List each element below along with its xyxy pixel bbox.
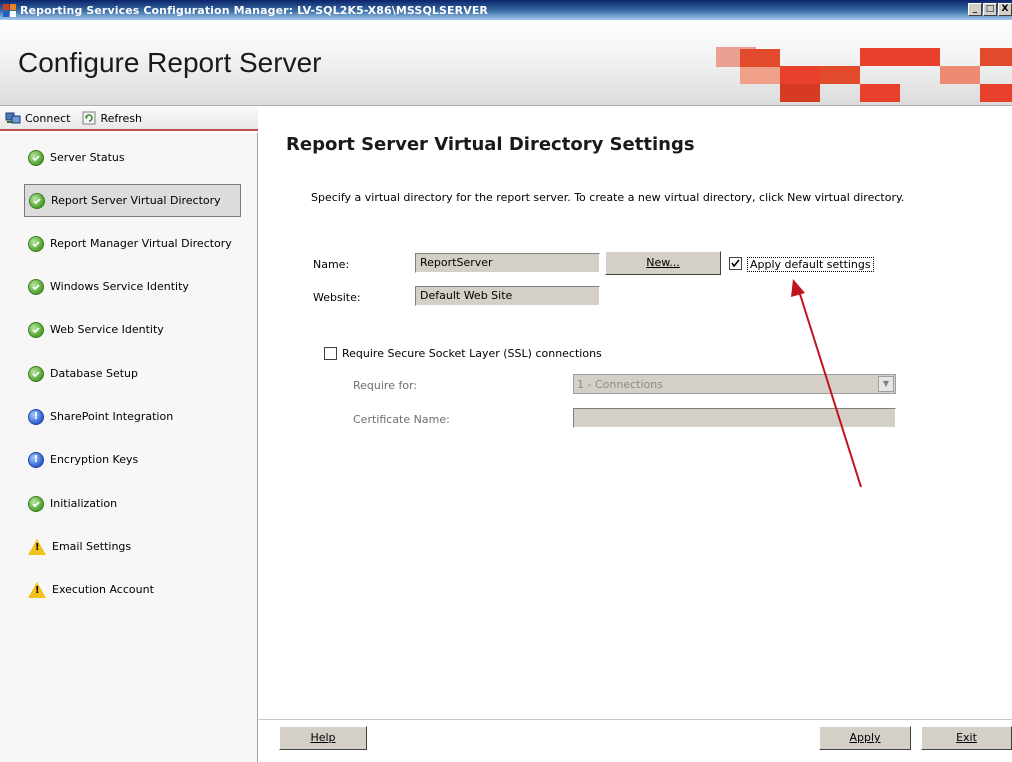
- new-button-label: New...: [646, 256, 680, 269]
- chevron-down-icon[interactable]: ▼: [878, 376, 894, 392]
- maximize-button[interactable]: □: [983, 3, 997, 16]
- new-button[interactable]: New...: [605, 251, 721, 275]
- app-icon: [3, 3, 17, 17]
- connect-button[interactable]: Connect: [5, 111, 70, 125]
- toolbar: Connect Refresh: [0, 107, 258, 131]
- green-check-icon: [28, 321, 44, 338]
- close-button[interactable]: X: [998, 3, 1012, 16]
- connect-label: Connect: [25, 111, 71, 125]
- green-check-icon: [28, 278, 44, 295]
- green-check-icon: [28, 235, 44, 252]
- footer-divider: [259, 719, 1012, 720]
- sidebar-item-server-status[interactable]: Server Status: [24, 141, 241, 174]
- require-for-value: 1 - Connections: [577, 378, 663, 391]
- green-check-icon: [28, 495, 44, 512]
- help-button[interactable]: Help: [279, 726, 367, 750]
- sidebar-item-label: Email Settings: [52, 540, 132, 553]
- name-label: Name:: [313, 258, 350, 271]
- page-title: Configure Report Server: [18, 47, 322, 78]
- help-button-label: Help: [310, 731, 336, 744]
- certificate-name-label: Certificate Name:: [353, 413, 450, 426]
- sidebar-item-sharepoint-integration[interactable]: ! SharePoint Integration: [24, 400, 241, 433]
- sidebar-item-email-settings[interactable]: Email Settings: [24, 530, 241, 563]
- apply-button-label: Apply: [849, 731, 881, 744]
- window-title: Reporting Services Configuration Manager…: [20, 3, 489, 17]
- ssl-checkbox[interactable]: [324, 347, 337, 360]
- sidebar-item-label: Initialization: [50, 497, 118, 510]
- refresh-icon: [82, 111, 96, 125]
- description-text: Specify a virtual directory for the repo…: [311, 191, 905, 204]
- sidebar-item-web-service-identity[interactable]: Web Service Identity: [24, 313, 241, 346]
- sidebar-item-label: Encryption Keys: [50, 453, 139, 466]
- warning-icon: [28, 538, 46, 555]
- sidebar-item-label: Report Server Virtual Directory: [51, 194, 221, 207]
- ssl-label[interactable]: Require Secure Socket Layer (SSL) connec…: [342, 347, 602, 360]
- sidebar-item-report-server-virtual-directory[interactable]: Report Server Virtual Directory: [24, 184, 241, 217]
- sidebar-item-label: Server Status: [50, 151, 125, 164]
- apply-default-checkbox[interactable]: [729, 257, 742, 270]
- annotation-arrow: [791, 279, 862, 488]
- sidebar: Server Status Report Server Virtual Dire…: [0, 133, 258, 762]
- green-check-icon: [28, 365, 44, 382]
- sidebar-item-initialization[interactable]: Initialization: [24, 487, 241, 520]
- require-for-label: Require for:: [353, 379, 418, 392]
- window-controls: _ □ X: [968, 3, 1012, 16]
- section-title: Report Server Virtual Directory Settings: [286, 134, 695, 155]
- sidebar-item-label: Execution Account: [52, 583, 154, 596]
- warning-icon: [28, 581, 46, 598]
- connect-icon: [5, 112, 21, 124]
- exit-button-label: Exit: [956, 731, 977, 744]
- sidebar-item-label: Windows Service Identity: [50, 280, 189, 293]
- name-field[interactable]: ReportServer: [415, 253, 600, 273]
- sidebar-item-windows-service-identity[interactable]: Windows Service Identity: [24, 270, 241, 303]
- checkmark-icon: [731, 259, 740, 268]
- header-banner: Configure Report Server: [0, 20, 1012, 106]
- info-icon: !: [28, 408, 44, 425]
- green-check-icon: [29, 192, 45, 209]
- sidebar-item-report-manager-virtual-directory[interactable]: Report Manager Virtual Directory: [24, 227, 241, 260]
- sidebar-item-encryption-keys[interactable]: ! Encryption Keys: [24, 443, 241, 476]
- website-field[interactable]: Default Web Site: [415, 286, 600, 306]
- sidebar-item-database-setup[interactable]: Database Setup: [24, 357, 241, 390]
- green-check-icon: [28, 149, 44, 166]
- minimize-button[interactable]: _: [968, 3, 982, 16]
- sidebar-item-label: Web Service Identity: [50, 323, 164, 336]
- apply-button[interactable]: Apply: [819, 726, 911, 750]
- info-icon: !: [28, 451, 44, 468]
- refresh-label: Refresh: [100, 111, 143, 125]
- apply-default-label[interactable]: Apply default settings: [747, 257, 874, 272]
- sidebar-item-label: Database Setup: [50, 367, 138, 380]
- sidebar-item-label: Report Manager Virtual Directory: [50, 237, 232, 250]
- sidebar-item-label: SharePoint Integration: [50, 410, 174, 423]
- main-panel: Report Server Virtual Directory Settings…: [259, 107, 1012, 762]
- website-label: Website:: [313, 291, 361, 304]
- window-title-bar: Reporting Services Configuration Manager…: [0, 0, 1012, 20]
- exit-button[interactable]: Exit: [921, 726, 1012, 750]
- refresh-button[interactable]: Refresh: [82, 111, 142, 125]
- sidebar-item-execution-account[interactable]: Execution Account: [24, 573, 241, 606]
